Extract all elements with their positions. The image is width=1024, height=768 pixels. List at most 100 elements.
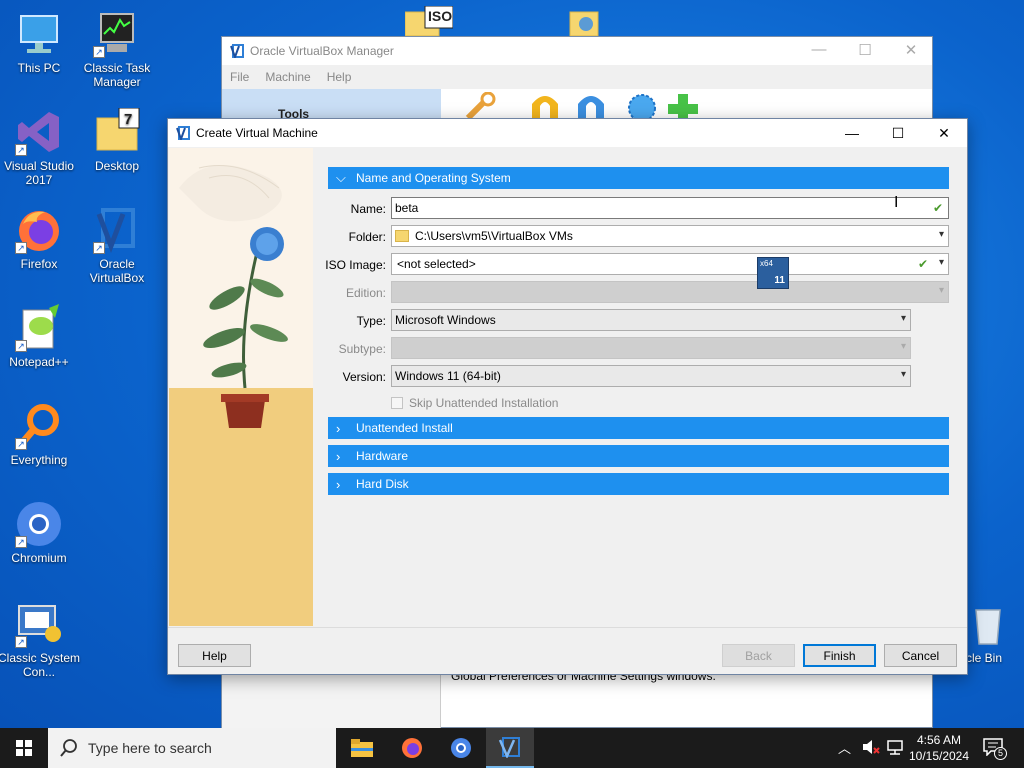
checkbox-icon: [391, 397, 403, 409]
menu-help[interactable]: Help: [319, 70, 360, 84]
folder-row: Folder: C:\Users\vm5\VirtualBox VMs ▾: [328, 223, 949, 251]
notification-center-button[interactable]: 5: [980, 736, 1010, 760]
taskbar-file-explorer[interactable]: [338, 728, 386, 768]
os-badge-arch: x64: [760, 259, 773, 268]
close-button[interactable]: ✕: [888, 41, 934, 59]
virtualbox-icon: ↗: [93, 206, 141, 254]
name-input[interactable]: beta ✔: [391, 197, 949, 219]
dialog-footer: Help Back Finish Cancel: [168, 627, 967, 674]
virtualbox-icon: [176, 126, 190, 140]
notepad-plus-plus-icon: ↗: [15, 304, 63, 352]
folder-icon: [395, 230, 409, 242]
desktop-icon-classic-task-manager[interactable]: ↗ Classic Task Manager: [75, 10, 159, 89]
subtype-row: Subtype: ▾: [328, 335, 949, 363]
maximize-button[interactable]: ☐: [842, 41, 888, 59]
minimize-button[interactable]: —: [796, 41, 842, 58]
desktop-icon-everything[interactable]: ↗ Everything: [0, 402, 81, 467]
network-icon[interactable]: [886, 739, 904, 758]
text-cursor-icon: I: [894, 194, 899, 211]
windows-11-os-icon: x64 11: [757, 257, 789, 289]
desktop-icon-label: Chromium: [11, 551, 67, 565]
desktop-icon-label: Oracle VirtualBox: [89, 257, 145, 285]
desktop-icon-notepad-plus-plus[interactable]: ↗ Notepad++: [0, 304, 81, 369]
skip-unattended-row: Skip Unattended Installation: [328, 391, 949, 417]
chevron-down-icon: ▾: [900, 369, 906, 380]
taskbar-search-box[interactable]: Type here to search: [48, 728, 336, 768]
desktop-icon-desktop[interactable]: 7 Desktop: [75, 107, 159, 173]
volume-muted-icon[interactable]: [862, 739, 880, 758]
chevron-down-icon: ▾: [900, 341, 906, 352]
desktop-icon-label: Desktop: [94, 159, 140, 173]
visual-studio-icon: ↗: [15, 108, 63, 156]
type-label: Type:: [356, 314, 386, 328]
iso-image-combobox[interactable]: <not selected> ✔ ▾: [391, 253, 949, 275]
manager-menubar: File Machine Help: [222, 65, 932, 89]
chevron-right-icon: ›: [336, 476, 341, 492]
maximize-button[interactable]: ☐: [875, 119, 921, 147]
finish-button[interactable]: Finish: [803, 644, 876, 667]
taskbar-clock[interactable]: 4:56 AM 10/15/2024: [908, 732, 970, 764]
section-hard-disk[interactable]: › Hard Disk: [328, 473, 949, 495]
desktop-icon-firefox[interactable]: ↗ Firefox: [0, 206, 81, 271]
section-title: Name and Operating System: [356, 171, 511, 185]
desktop-icon-visual-studio[interactable]: ↗ Visual Studio 2017: [0, 108, 81, 187]
magnifier-icon: ↗: [15, 402, 63, 450]
version-value: Windows 11 (64-bit): [395, 369, 501, 383]
back-button[interactable]: Back: [722, 644, 795, 667]
dialog-title: Create Virtual Machine: [196, 126, 318, 140]
section-unattended-install[interactable]: › Unattended Install: [328, 417, 949, 439]
folder-icon: 7: [93, 107, 141, 156]
shortcut-arrow-icon: ↗: [15, 144, 27, 156]
windows-logo-icon: [16, 740, 32, 756]
section-hardware[interactable]: › Hardware: [328, 445, 949, 467]
chevron-down-icon: ▾: [900, 313, 906, 324]
chevron-right-icon: ›: [336, 448, 341, 464]
search-icon: [60, 739, 77, 757]
close-button[interactable]: ✕: [921, 119, 967, 147]
create-virtual-machine-dialog: Create Virtual Machine — ☐ ✕ ⌵ Name and …: [167, 118, 968, 675]
subtype-combobox[interactable]: ▾: [391, 337, 911, 359]
shortcut-arrow-icon: ↗: [15, 438, 27, 450]
version-label: Version:: [342, 370, 386, 384]
section-name-and-os[interactable]: ⌵ Name and Operating System: [328, 167, 949, 189]
desktop-icon-this-pc[interactable]: This PC: [0, 10, 81, 75]
taskbar-chromium[interactable]: [437, 728, 485, 768]
minimize-button[interactable]: —: [829, 119, 875, 147]
tools-item[interactable]: Tools: [222, 89, 441, 121]
menu-file[interactable]: File: [222, 70, 257, 84]
shortcut-arrow-icon: ↗: [93, 46, 105, 58]
desktop-icon-iso-file[interactable]: ISO: [404, 5, 454, 37]
type-combobox[interactable]: Microsoft Windows ▾: [391, 309, 911, 331]
name-label: Name:: [350, 202, 386, 216]
show-hidden-icons-chevron-up-icon[interactable]: ︿: [838, 738, 851, 757]
version-combobox[interactable]: Windows 11 (64-bit) ▾: [391, 365, 911, 387]
firefox-icon: ↗: [15, 206, 63, 254]
name-value: beta: [395, 201, 419, 215]
iso-label: ISO Image:: [325, 258, 386, 272]
taskbar-firefox[interactable]: [388, 728, 436, 768]
desktop-icon-classic-system-configuration[interactable]: ↗ Classic System Con...: [0, 600, 81, 679]
shortcut-arrow-icon: ↗: [15, 242, 27, 254]
flower-pot-icon: [203, 227, 288, 428]
section-title: Unattended Install: [356, 421, 453, 435]
folder-label: Folder:: [348, 230, 386, 244]
help-button[interactable]: Help: [178, 644, 251, 667]
shortcut-arrow-icon: ↗: [15, 340, 27, 352]
desktop-icon-oracle-virtualbox[interactable]: ↗ Oracle VirtualBox: [75, 206, 159, 285]
shortcut-arrow-icon: ↗: [15, 636, 27, 648]
firefox-icon: [402, 738, 422, 758]
cancel-button[interactable]: Cancel: [884, 644, 957, 667]
desktop-icon-chromium[interactable]: ↗ Chromium: [0, 500, 81, 565]
desktop-icon-label: Firefox: [20, 257, 58, 271]
start-button[interactable]: [0, 728, 48, 768]
chevron-down-icon: ▾: [938, 257, 944, 268]
search-placeholder: Type here to search: [88, 740, 212, 756]
edition-combobox[interactable]: ▾: [391, 281, 949, 303]
taskbar-virtualbox[interactable]: [486, 728, 534, 768]
desktop-icon-shortcut-file[interactable]: [568, 8, 602, 37]
iso-row: ISO Image: <not selected> ✔ ▾: [325, 251, 949, 279]
folder-combobox[interactable]: C:\Users\vm5\VirtualBox VMs ▾: [391, 225, 949, 247]
system-config-icon: ↗: [15, 600, 63, 648]
menu-machine[interactable]: Machine: [257, 70, 318, 84]
skip-unattended-checkbox[interactable]: Skip Unattended Installation: [391, 396, 558, 410]
